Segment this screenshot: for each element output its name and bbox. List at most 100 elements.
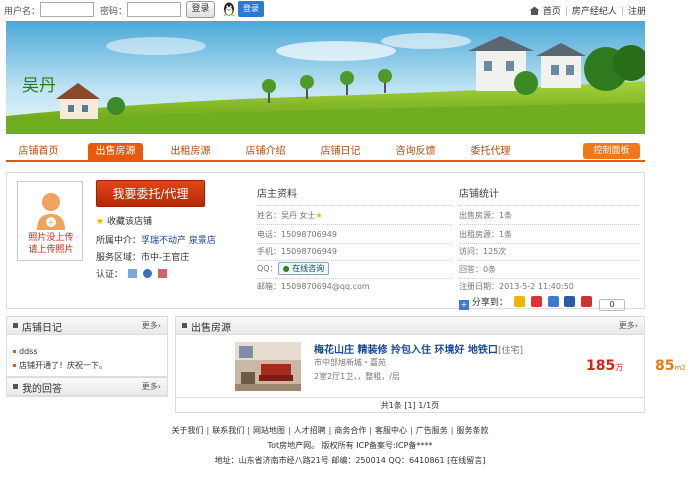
shop-name: 吴丹 bbox=[22, 76, 56, 96]
area-value: 市中-王官庄 bbox=[141, 253, 190, 263]
share-weibo-icon[interactable] bbox=[530, 296, 542, 307]
area-value: 85 bbox=[655, 358, 675, 374]
divider bbox=[257, 243, 452, 244]
footer-link-contact[interactable]: 联系我们 bbox=[212, 426, 244, 435]
diary-item[interactable]: ddss bbox=[13, 347, 38, 356]
cert-label: 认证： bbox=[96, 270, 124, 280]
more-label: 更多 bbox=[141, 382, 158, 391]
footer-link-business[interactable]: 商务合作 bbox=[334, 426, 366, 435]
login-bar: 用户名： 密码： 登录 登录 首页 | 房产经纪人 | 注册 bbox=[0, 0, 700, 20]
divider bbox=[459, 278, 639, 279]
username-input[interactable] bbox=[40, 2, 94, 17]
owner-mobile-row: 手机：15098706949 bbox=[257, 246, 337, 257]
diary-item[interactable]: 店铺开通了！庆祝一下。 bbox=[13, 360, 107, 371]
pagination[interactable]: 共1条 [1] 1/1页 bbox=[175, 397, 645, 413]
sale-more-link[interactable]: 更多› bbox=[619, 320, 638, 331]
divider: | bbox=[206, 426, 210, 435]
footer-link-terms[interactable]: 服务条款 bbox=[456, 426, 488, 435]
share-renren-icon[interactable] bbox=[564, 296, 576, 307]
user-silhouette-icon: + bbox=[37, 193, 65, 230]
listing-title-link[interactable]: 梅花山庄 精装修 拎包入住 环境好 地铁口[住宅] bbox=[314, 341, 523, 356]
answers-more-link[interactable]: 更多› bbox=[142, 381, 161, 392]
divider: | bbox=[450, 426, 454, 435]
divider bbox=[257, 205, 452, 206]
bullet-icon bbox=[13, 384, 18, 389]
footer-copyright: Tot房地产网。 版权所有 ICP备案号:ICP备**** bbox=[267, 441, 433, 450]
share-qzone-icon[interactable] bbox=[513, 296, 525, 307]
stat-answers-row: 回答：0条 bbox=[459, 264, 496, 275]
owner-phone-row: 电话：15098706949 bbox=[257, 229, 337, 240]
register-link[interactable]: 注册 bbox=[628, 7, 646, 17]
photo-hint-line-2: 请上传照片 bbox=[28, 245, 74, 255]
stat-rent-label: 出租房源： bbox=[459, 230, 499, 239]
control-panel-button[interactable]: 控制面板 bbox=[583, 143, 640, 159]
tab-shop-diary[interactable]: 店铺日记 bbox=[313, 143, 368, 160]
shop-banner: 吴丹 bbox=[6, 21, 645, 134]
tab-shop-intro[interactable]: 店铺介绍 bbox=[238, 143, 293, 160]
tab-shop-home[interactable]: 店铺首页 bbox=[11, 143, 66, 160]
divider: | bbox=[287, 426, 291, 435]
answers-box-header: 我的回答 更多› bbox=[7, 378, 167, 396]
footer-link-ads[interactable]: 广告服务 bbox=[416, 426, 448, 435]
tab-for-rent[interactable]: 出租房源 bbox=[163, 143, 218, 160]
footer-link-about[interactable]: 关于我们 bbox=[172, 426, 204, 435]
chevron-right-icon: › bbox=[157, 321, 161, 330]
home-link[interactable]: 首页 bbox=[543, 7, 561, 17]
qq-login-button[interactable]: 登录 bbox=[238, 1, 264, 17]
share-bar: + 分享到： 0 bbox=[459, 295, 626, 311]
top-links: 首页 | 房产经纪人 | 注册 bbox=[529, 4, 646, 17]
login-button[interactable]: 登录 bbox=[186, 1, 215, 18]
stat-regdate-value: 2013-5-2 11:40:50 bbox=[499, 282, 574, 291]
listing-thumbnail-image[interactable] bbox=[235, 342, 301, 391]
divider bbox=[257, 224, 452, 225]
divider bbox=[459, 224, 639, 225]
footer-link-support[interactable]: 客服中心 bbox=[375, 426, 407, 435]
home-icon bbox=[529, 6, 540, 15]
listing-details: 2室2厅1卫，，整租，/层 bbox=[314, 372, 400, 381]
tab-feedback[interactable]: 咨询反馈 bbox=[388, 143, 443, 160]
agency-link[interactable]: 孚瑞不动产 泉景店 bbox=[141, 236, 216, 246]
share-kaixin-icon[interactable] bbox=[581, 296, 593, 307]
more-label: 更多 bbox=[618, 321, 635, 330]
owner-mobile-value: 15098706949 bbox=[281, 247, 337, 256]
agent-link[interactable]: 房产经纪人 bbox=[572, 7, 617, 17]
divider bbox=[459, 205, 639, 206]
stat-visits-label: 访问： bbox=[459, 247, 483, 256]
divider: | bbox=[369, 426, 373, 435]
stat-answers-label: 回答： bbox=[459, 265, 483, 274]
tab-for-sale[interactable]: 出售房源 bbox=[88, 143, 143, 160]
shop-info-panel: + 照片没上传 请上传照片 我要委托/代理 ★ 收藏该店铺 所属中介：孚瑞不动产… bbox=[6, 172, 645, 311]
tab-entrust[interactable]: 委托代理 bbox=[463, 143, 518, 160]
online-consult-label: 在线咨询 bbox=[292, 264, 325, 273]
qq-penguin-icon[interactable] bbox=[222, 1, 236, 17]
share-plus-icon[interactable]: + bbox=[459, 300, 469, 310]
online-consult-button[interactable]: ● 在线咨询 bbox=[277, 262, 330, 275]
entrust-button[interactable]: 我要委托/代理 bbox=[96, 180, 205, 207]
divider bbox=[257, 278, 452, 279]
chat-icon: ● bbox=[282, 264, 290, 273]
id-cert-icon bbox=[127, 269, 137, 278]
stat-regdate-row: 注册日期：2013-5-2 11:40:50 bbox=[459, 281, 574, 292]
banner-landscape-image bbox=[6, 21, 645, 134]
answers-box: 我的回答 更多› bbox=[6, 377, 168, 397]
password-input[interactable] bbox=[127, 2, 181, 17]
footer-link-sitemap[interactable]: 网站地图 bbox=[253, 426, 285, 435]
listing-title: 梅花山庄 精装修 拎包入住 环境好 地铁口 bbox=[314, 345, 498, 356]
footer-link-jobs[interactable]: 人才招聘 bbox=[294, 426, 326, 435]
price-value: 185 bbox=[586, 358, 616, 374]
agent-photo-placeholder[interactable]: + 照片没上传 请上传照片 bbox=[17, 181, 83, 261]
divider: | bbox=[328, 426, 332, 435]
share-count: 0 bbox=[599, 299, 626, 311]
share-tencent-icon[interactable] bbox=[547, 296, 559, 307]
star-icon: ★ bbox=[96, 217, 105, 227]
stat-rent-value: 1条 bbox=[499, 230, 513, 239]
photo-hint-line-1: 照片没上传 bbox=[28, 233, 74, 243]
diary-more-link[interactable]: 更多› bbox=[142, 320, 161, 331]
username-label: 用户名： bbox=[4, 7, 41, 17]
stat-regdate-label: 注册日期： bbox=[459, 282, 499, 291]
owner-info-title: 店主资料 bbox=[257, 189, 297, 200]
stat-visits-value: 125次 bbox=[483, 247, 507, 256]
svg-text:+: + bbox=[48, 218, 55, 227]
service-area-row: 服务区域：市中-王官庄 bbox=[96, 250, 189, 263]
favorite-shop[interactable]: ★ 收藏该店铺 bbox=[96, 214, 152, 227]
